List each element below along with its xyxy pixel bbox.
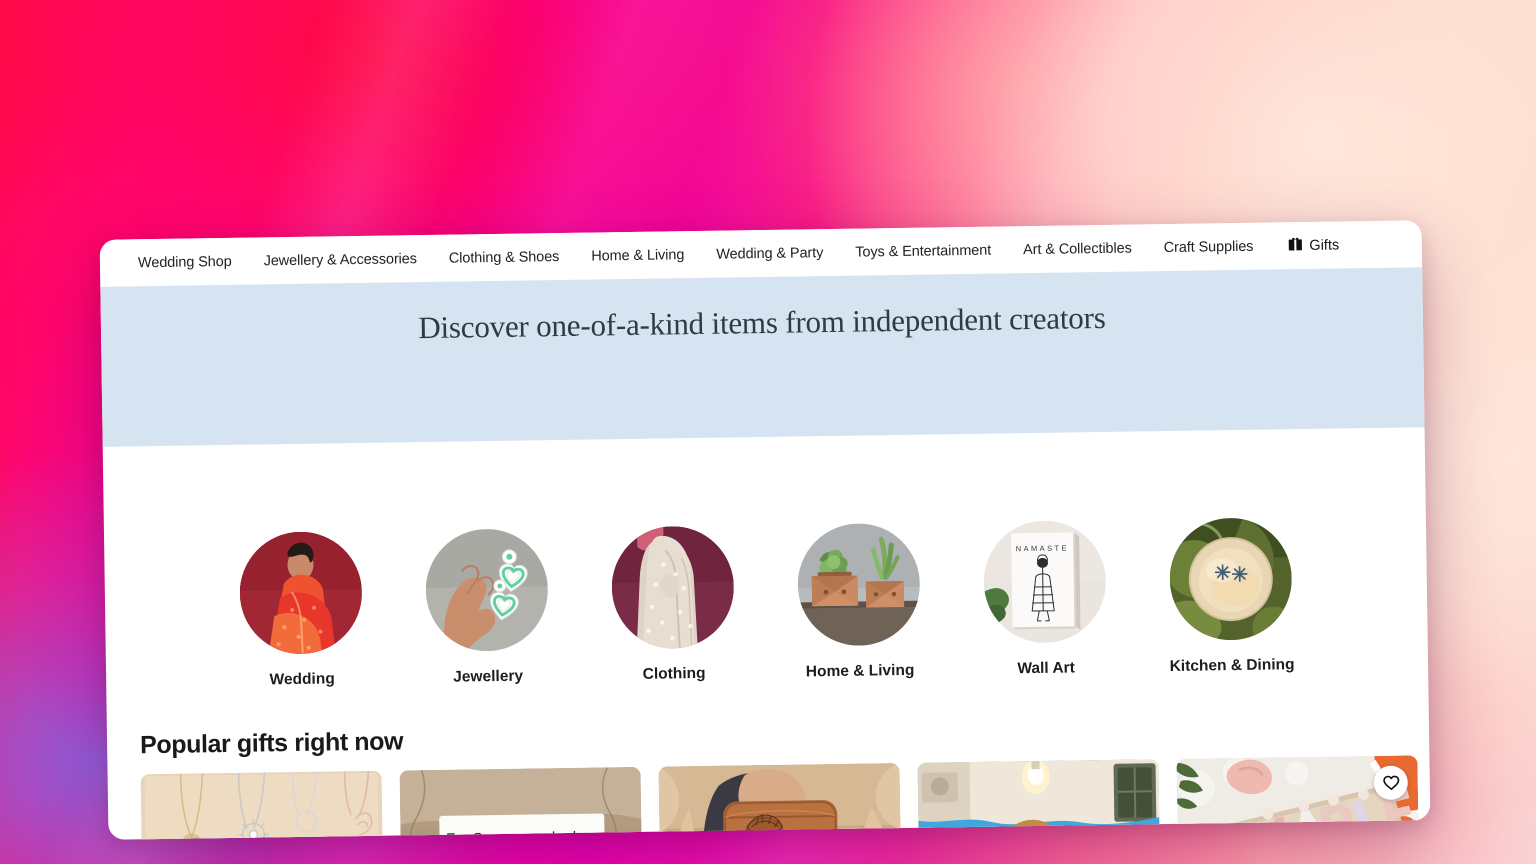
category-list: Wedding Jewellery Clothing Home & Living… [104,515,1428,692]
category-label-wedding: Wedding [269,670,335,689]
category-item-wall-art[interactable]: NAMASTE Wall Art [982,519,1108,679]
nav-item-gifts[interactable]: Gifts [1269,235,1339,255]
page-title: Popular gifts right now [139,727,404,760]
category-label-clothing: Clothing [642,664,706,683]
category-image-wall-art: NAMASTE [982,519,1107,644]
heart-icon [1382,775,1399,791]
nav-item-wedding-party[interactable]: Wedding & Party [700,244,839,263]
category-label-home-living: Home & Living [805,661,915,681]
product-card-birth-flower-necklaces[interactable] [140,770,385,840]
category-label-jewellery: Jewellery [453,667,524,686]
category-item-kitchen-dining[interactable]: Kitchen & Dining [1168,517,1295,676]
nav-gifts-label: Gifts [1309,236,1340,254]
category-item-clothing[interactable]: Clothing [610,525,736,684]
nav-item-clothing-shoes[interactable]: Clothing & Shoes [433,248,576,267]
category-label-kitchen-dining: Kitchen & Dining [1169,656,1295,676]
product-card-belly-button-cleaner[interactable]: For Someone who has Everything Belly But… [399,766,644,840]
hero-banner: Discover one-of-a-kind items from indepe… [100,267,1425,447]
category-image-wedding [238,530,363,655]
nav-item-art-collectibles[interactable]: Art & Collectibles [1007,240,1148,258]
nav-item-wedding-shop[interactable]: Wedding Shop [134,253,248,271]
category-item-home-living[interactable]: Home & Living [796,522,922,682]
nav-item-toys-entertainment[interactable]: Toys & Entertainment [839,242,1007,260]
nav-item-jewellery-accessories[interactable]: Jewellery & Accessories [248,250,433,269]
category-label-wall-art: Wall Art [1017,659,1075,678]
browser-window: Wedding Shop Jewellery & Accessories Clo… [99,220,1431,840]
category-item-wedding[interactable]: Wedding [238,530,364,690]
category-image-jewellery [424,528,549,653]
category-image-home-living [796,522,921,647]
category-image-clothing [610,525,735,650]
nav-item-craft-supplies[interactable]: Craft Supplies [1148,238,1270,256]
product-card-personalized-jewellery-box[interactable]: Sarah [658,763,903,840]
gift-icon [1287,236,1302,255]
nav-item-home-living[interactable]: Home & Living [575,246,700,264]
category-image-kitchen-dining [1168,517,1293,641]
category-item-jewellery[interactable]: Jewellery [424,528,550,687]
wall-art-print-caption: NAMASTE [1016,543,1069,553]
